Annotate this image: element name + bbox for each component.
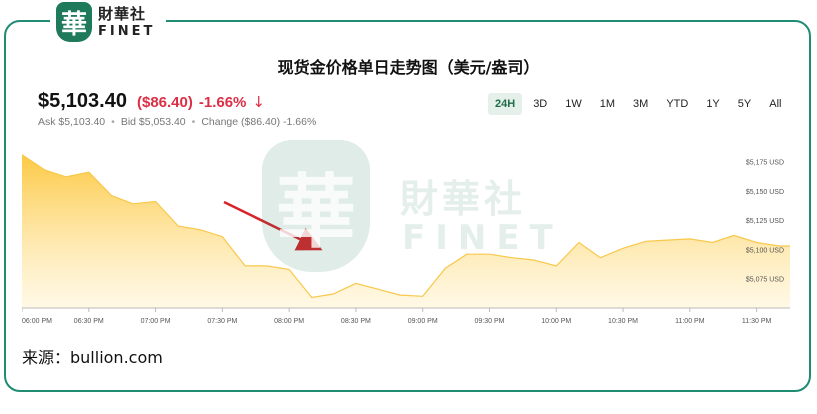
x-tick-label: 10:30 PM <box>608 318 638 325</box>
x-tick-label: 08:30 PM <box>341 318 371 325</box>
x-tick-label: 11:30 PM <box>742 318 772 325</box>
x-tick-label: 09:30 PM <box>474 318 504 325</box>
range-3d-button[interactable]: 3D <box>526 93 554 115</box>
x-tick-label: 06:00 PM <box>22 318 52 325</box>
range-1m-button[interactable]: 1M <box>593 93 622 115</box>
price-chart-svg: $5,175 USD $5,150 USD $5,125 USD $5,100 USD… <box>21 154 790 325</box>
x-tick-label: 10:00 PM <box>541 318 571 325</box>
range-selector: 24H 3D 1W 1M 3M YTD 1Y 5Y All <box>488 93 792 115</box>
source-note: 来源：bullion.com <box>22 348 163 367</box>
quote-header: $5,103.40 ($86.40) -1.66% ↓ <box>38 90 265 113</box>
y-tick-label: $5,125 USD <box>746 218 784 225</box>
price-chart[interactable]: $5,175 USD $5,150 USD $5,125 USD $5,100 USD… <box>21 140 792 330</box>
bid-price: Bid $5,053.40 <box>120 116 186 128</box>
x-tick-label: 07:00 PM <box>141 318 171 325</box>
range-3m-button[interactable]: 3M <box>626 93 655 115</box>
down-arrow-icon: ↓ <box>252 93 265 111</box>
range-1y-button[interactable]: 1Y <box>699 93 726 115</box>
price-area <box>22 154 790 308</box>
x-tick-label: 09:00 PM <box>408 318 438 325</box>
separator-dot: • <box>191 116 196 128</box>
price-change: ($86.40) <box>136 94 193 111</box>
x-tick-label: 11:00 PM <box>675 318 705 325</box>
y-tick-label: $5,150 USD <box>746 189 784 196</box>
y-tick-label: $5,075 USD <box>746 277 784 284</box>
range-ytd-button[interactable]: YTD <box>659 93 695 115</box>
x-tick-label: 08:00 PM <box>274 318 304 325</box>
x-tick-label: 06:30 PM <box>74 318 104 325</box>
change-detail: Change ($86.40) -1.66% <box>201 116 317 128</box>
y-tick-label: $5,175 USD <box>746 160 784 167</box>
logo-seal: 華 <box>56 2 92 42</box>
quote-details: Ask $5,103.40 • Bid $5,053.40 • Change (… <box>38 116 316 128</box>
y-tick-label: $5,100 USD <box>746 247 784 254</box>
range-all-button[interactable]: All <box>762 93 788 115</box>
range-1w-button[interactable]: 1W <box>558 93 589 115</box>
page-title: 现货金价格单日走势图（美元/盎司） <box>277 58 540 77</box>
finet-logo: 華 財華社 FINET <box>50 0 166 44</box>
range-5y-button[interactable]: 5Y <box>731 93 758 115</box>
x-tick-label: 07:30 PM <box>207 318 237 325</box>
current-price: $5,103.40 <box>38 90 127 112</box>
annotation-arrow <box>223 200 323 251</box>
logo-name-cn: 財華社 <box>98 4 147 23</box>
price-change-percent: -1.66% <box>198 94 247 111</box>
logo-name-en: FINET <box>98 23 156 39</box>
range-24h-button[interactable]: 24H <box>488 93 523 115</box>
separator-dot: • <box>111 116 115 128</box>
ask-price: Ask $5,103.40 <box>38 116 106 128</box>
